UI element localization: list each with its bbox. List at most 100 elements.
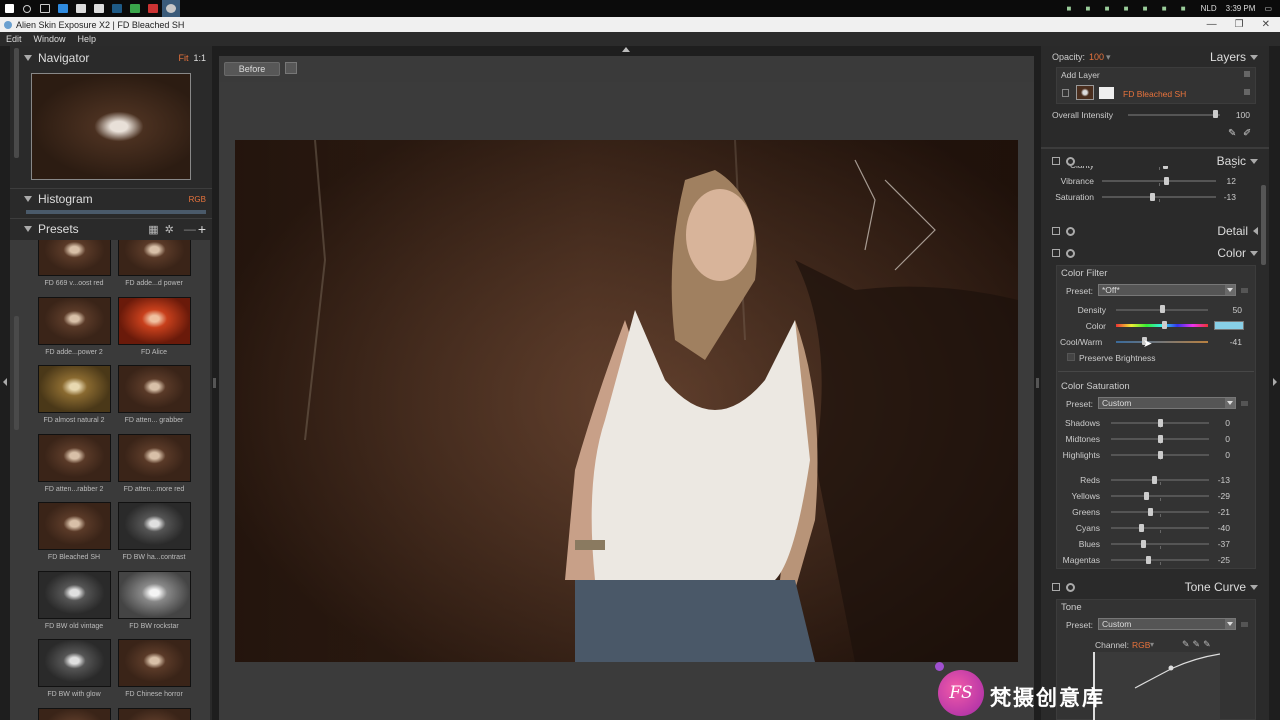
bypass-icon[interactable] xyxy=(1052,227,1060,235)
mail-icon[interactable] xyxy=(90,0,108,17)
coolwarm-track[interactable] xyxy=(1116,341,1208,343)
search-icon[interactable] xyxy=(18,0,36,17)
windows-start-icon[interactable] xyxy=(0,0,18,17)
layer-visibility-icon[interactable] xyxy=(1062,89,1069,97)
slider-knob[interactable] xyxy=(1158,451,1163,459)
layer-menu-icon[interactable] xyxy=(1244,89,1250,95)
bypass-icon[interactable] xyxy=(1052,249,1060,257)
right-scrollbar[interactable] xyxy=(1261,185,1266,265)
before-button[interactable]: Before xyxy=(224,62,280,76)
ratio-button[interactable]: 1:1 xyxy=(193,53,206,63)
color-header[interactable]: Color xyxy=(1052,244,1258,262)
slider-track[interactable] xyxy=(1111,527,1209,529)
clock[interactable]: 3:39 PM xyxy=(1226,4,1256,13)
preset-thumbnail[interactable] xyxy=(38,240,111,276)
fit-button[interactable]: Fit xyxy=(178,53,188,63)
preset-thumbnail[interactable] xyxy=(118,502,191,550)
slider-knob[interactable] xyxy=(1150,193,1156,201)
task-view-icon[interactable] xyxy=(36,0,54,17)
navigator-preview[interactable] xyxy=(31,73,191,180)
left-scrollbar[interactable] xyxy=(14,48,19,158)
slider-knob[interactable] xyxy=(1163,177,1169,185)
opacity-dropdown[interactable]: 100 xyxy=(1089,52,1104,62)
compare-mode-button[interactable] xyxy=(285,62,297,74)
add-layer-menu-icon[interactable] xyxy=(1244,71,1250,77)
preset-thumbnail[interactable] xyxy=(38,433,111,482)
slider-knob[interactable] xyxy=(1152,476,1158,484)
filter-preset-menu-icon[interactable] xyxy=(1241,288,1248,293)
density-knob[interactable] xyxy=(1160,305,1165,313)
detail-expand-icon[interactable] xyxy=(1253,227,1258,235)
channel-dropdown[interactable]: RGB xyxy=(1132,640,1150,650)
slider-track[interactable] xyxy=(1102,180,1216,182)
slider-knob[interactable] xyxy=(1139,524,1145,532)
slider-track[interactable] xyxy=(1111,511,1209,513)
preset-thumbnail[interactable] xyxy=(38,570,111,619)
presets-header[interactable]: Presets ▦ ✲ — + xyxy=(18,219,212,239)
detail-header[interactable]: Detail xyxy=(1052,222,1258,240)
slider-knob[interactable] xyxy=(1146,556,1152,564)
bypass-icon[interactable] xyxy=(1052,583,1060,591)
intensity-knob[interactable] xyxy=(1213,110,1218,118)
minimize-icon[interactable]: — xyxy=(1207,19,1217,30)
histogram-header[interactable]: Histogram RGB xyxy=(18,189,212,209)
preserve-brightness-checkbox[interactable] xyxy=(1067,353,1075,361)
paint-icon[interactable]: ✐ xyxy=(1243,128,1251,139)
reset-icon[interactable] xyxy=(1066,582,1075,592)
preset-thumbnail[interactable] xyxy=(38,502,111,550)
brush-icon[interactable]: ✎ xyxy=(1228,128,1236,139)
tone-preset-menu-icon[interactable] xyxy=(1241,622,1248,627)
preset-thumbnail[interactable] xyxy=(118,639,191,687)
eyedropper-icons[interactable]: ✎✎✎ xyxy=(1182,639,1214,650)
exposure-icon[interactable] xyxy=(162,0,180,17)
preset-thumbnail[interactable] xyxy=(118,433,191,482)
slider-track[interactable] xyxy=(1111,559,1209,561)
slider-track[interactable] xyxy=(1111,495,1209,497)
slider-knob[interactable] xyxy=(1141,540,1147,548)
filter-preset-dropdown[interactable]: *Off* xyxy=(1098,284,1236,296)
menu-help[interactable]: Help xyxy=(72,34,103,44)
slider-track[interactable] xyxy=(1102,196,1216,198)
tonecurve-collapse-icon[interactable] xyxy=(1250,584,1258,590)
preset-thumbnail[interactable] xyxy=(118,296,191,345)
layer-name[interactable]: FD Bleached SH xyxy=(1123,89,1186,99)
layer-mask-thumbnail[interactable] xyxy=(1099,87,1114,99)
menu-edit[interactable]: Edit xyxy=(0,34,28,44)
bypass-icon[interactable] xyxy=(1052,157,1060,165)
basic-collapse-icon[interactable] xyxy=(1250,158,1258,164)
layer-thumbnail[interactable] xyxy=(1076,85,1094,100)
main-photo[interactable] xyxy=(235,140,1018,662)
presets-scrollbar[interactable] xyxy=(14,316,19,430)
right-expand-arrow[interactable] xyxy=(1273,378,1277,386)
left-collapse-arrow-canvas[interactable] xyxy=(213,378,216,388)
store-icon[interactable] xyxy=(72,0,90,17)
color-hue-knob[interactable] xyxy=(1162,321,1167,329)
right-collapse-arrow-canvas[interactable] xyxy=(1036,378,1039,388)
slider-track[interactable] xyxy=(1111,543,1209,545)
edge-icon[interactable] xyxy=(54,0,72,17)
slider-knob[interactable] xyxy=(1158,419,1163,427)
add-layer-button[interactable]: Add Layer xyxy=(1061,70,1100,80)
notification-icon[interactable]: ▭ xyxy=(1264,4,1272,13)
slider-knob[interactable] xyxy=(1162,166,1168,169)
channel-dropdown-arrow[interactable]: ▾ xyxy=(1150,640,1154,649)
preset-thumbnail[interactable] xyxy=(118,240,191,276)
sat-preset-dropdown[interactable]: Custom xyxy=(1098,397,1236,409)
tray-icons[interactable]: ■ ■ ■ ■ ■ ■ ■ xyxy=(1066,4,1191,13)
close-icon[interactable]: ✕ xyxy=(1262,19,1270,30)
photoshop-icon[interactable] xyxy=(108,0,126,17)
slider-knob[interactable] xyxy=(1148,508,1154,516)
center-top-arrow[interactable] xyxy=(622,47,630,52)
slider-knob[interactable] xyxy=(1144,492,1150,500)
color-collapse-icon[interactable] xyxy=(1250,250,1258,256)
language-indicator[interactable]: NLD xyxy=(1201,4,1217,13)
reset-icon[interactable] xyxy=(1066,248,1075,258)
sat-preset-menu-icon[interactable] xyxy=(1241,401,1248,406)
slider-knob[interactable] xyxy=(1158,435,1163,443)
preset-thumbnail[interactable] xyxy=(38,296,111,345)
tonecurve-header[interactable]: Tone Curve xyxy=(1052,578,1258,596)
preset-thumbnail[interactable] xyxy=(118,707,191,720)
left-collapse-arrow[interactable] xyxy=(3,378,7,386)
slider-track[interactable] xyxy=(1111,479,1209,481)
reset-icon[interactable] xyxy=(1066,226,1075,236)
